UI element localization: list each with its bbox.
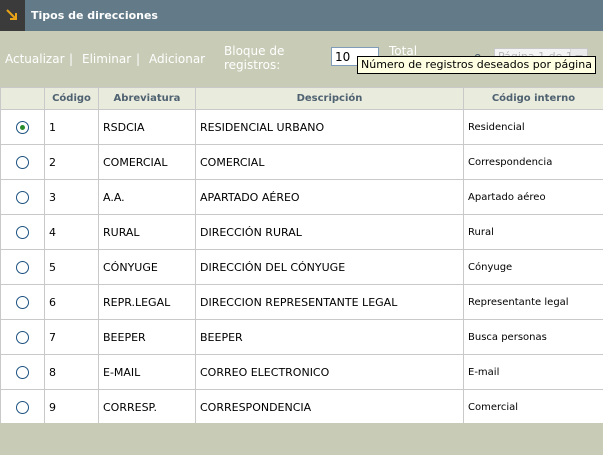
cell-codigo: 7: [44, 319, 99, 355]
cell-abreviatura: RURAL: [98, 214, 196, 250]
cell-codigo-interno: Representante legal: [463, 284, 603, 320]
cell-descripcion: DIRECCIÓN RURAL: [195, 214, 464, 250]
page-title: Tipos de direcciones: [31, 9, 158, 22]
cell-codigo: 6: [44, 284, 99, 320]
cell-abreviatura: REPR.LEGAL: [98, 284, 196, 320]
radio-button-icon[interactable]: [16, 365, 29, 379]
row-select-cell[interactable]: [0, 284, 45, 320]
cell-abreviatura: CÓNYUGE: [98, 249, 196, 285]
row-select-cell[interactable]: [0, 179, 45, 215]
table-row[interactable]: 1 RSDCIA RESIDENCIAL URBANO Residencial: [0, 109, 603, 145]
title-bar: Tipos de direcciones: [0, 0, 603, 31]
cell-codigo: 3: [44, 179, 99, 215]
radio-button-icon[interactable]: [16, 330, 29, 344]
table-row[interactable]: 7 BEEPER BEEPER Busca personas: [0, 319, 603, 355]
radio-button-icon[interactable]: [16, 155, 29, 169]
cell-descripcion: DIRECCION REPRESENTANTE LEGAL: [195, 284, 464, 320]
row-select-cell[interactable]: [0, 109, 45, 145]
cell-codigo-interno: Residencial: [463, 109, 603, 145]
cell-abreviatura: E-MAIL: [98, 354, 196, 390]
arrow-down-right-icon: [0, 0, 25, 31]
select-column-header: [0, 87, 45, 110]
row-select-cell[interactable]: [0, 319, 45, 355]
cell-descripcion: RESIDENCIAL URBANO: [195, 109, 464, 145]
cell-abreviatura: CORRESP.: [98, 389, 196, 425]
cell-codigo: 8: [44, 354, 99, 390]
add-link[interactable]: Adicionar: [149, 52, 205, 66]
table-row[interactable]: 6 REPR.LEGAL DIRECCION REPRESENTANTE LEGAL…: [0, 284, 603, 320]
footer-bar: [0, 423, 603, 455]
radio-button-icon[interactable]: [16, 225, 29, 239]
cell-codigo-interno: Comercial: [463, 389, 603, 425]
column-header-descripcion[interactable]: Descripción: [195, 87, 464, 110]
cell-abreviatura: A.A.: [98, 179, 196, 215]
cell-descripcion: COMERCIAL: [195, 144, 464, 180]
table-row[interactable]: 2 COMERCIAL COMERCIAL Correspondencia: [0, 144, 603, 180]
cell-descripcion: APARTADO AÉREO: [195, 179, 464, 215]
data-table: Código Abreviatura Descripción Código in…: [0, 87, 603, 425]
radio-button-icon[interactable]: [16, 400, 29, 414]
cell-codigo: 9: [44, 389, 99, 425]
table-row[interactable]: 5 CÓNYUGE DIRECCIÓN DEL CÓNYUGE Cónyuge: [0, 249, 603, 285]
radio-button-icon[interactable]: [16, 190, 29, 204]
column-header-codigo-interno[interactable]: Código interno: [463, 87, 603, 110]
cell-codigo: 4: [44, 214, 99, 250]
cell-abreviatura: BEEPER: [98, 319, 196, 355]
cell-codigo-interno: Busca personas: [463, 319, 603, 355]
table-row[interactable]: 3 A.A. APARTADO AÉREO Apartado aéreo: [0, 179, 603, 215]
radio-button-icon[interactable]: [16, 120, 29, 134]
cell-abreviatura: RSDCIA: [98, 109, 196, 145]
row-select-cell[interactable]: [0, 389, 45, 425]
row-select-cell[interactable]: [0, 214, 45, 250]
table-row[interactable]: 9 CORRESP. CORRESPONDENCIA Comercial: [0, 389, 603, 425]
records-block-label-line2: registros:: [224, 58, 281, 72]
row-select-cell[interactable]: [0, 144, 45, 180]
column-header-codigo[interactable]: Código: [44, 87, 99, 110]
radio-button-icon[interactable]: [16, 295, 29, 309]
row-select-cell[interactable]: [0, 249, 45, 285]
cell-codigo-interno: Rural: [463, 214, 603, 250]
row-select-cell[interactable]: [0, 354, 45, 390]
cell-codigo: 5: [44, 249, 99, 285]
cell-descripcion: CORRESPONDENCIA: [195, 389, 464, 425]
cell-codigo: 1: [44, 109, 99, 145]
tooltip: Número de registros deseados por página: [357, 56, 596, 74]
cell-codigo-interno: E-mail: [463, 354, 603, 390]
table-row[interactable]: 4 RURAL DIRECCIÓN RURAL Rural: [0, 214, 603, 250]
cell-codigo-interno: Cónyuge: [463, 249, 603, 285]
cell-abreviatura: COMERCIAL: [98, 144, 196, 180]
cell-codigo: 2: [44, 144, 99, 180]
records-block-label-line1: Bloque de: [224, 44, 285, 58]
table-header-row: Código Abreviatura Descripción Código in…: [0, 87, 603, 110]
cell-codigo-interno: Correspondencia: [463, 144, 603, 180]
cell-descripcion: CORREO ELECTRONICO: [195, 354, 464, 390]
toolbar-separator: |: [136, 52, 141, 66]
column-header-abreviatura[interactable]: Abreviatura: [98, 87, 196, 110]
radio-button-icon[interactable]: [16, 260, 29, 274]
cell-codigo-interno: Apartado aéreo: [463, 179, 603, 215]
table-row[interactable]: 8 E-MAIL CORREO ELECTRONICO E-mail: [0, 354, 603, 390]
cell-descripcion: DIRECCIÓN DEL CÓNYUGE: [195, 249, 464, 285]
toolbar-separator: |: [69, 52, 74, 66]
delete-link[interactable]: Eliminar: [82, 52, 131, 66]
cell-descripcion: BEEPER: [195, 319, 464, 355]
refresh-link[interactable]: Actualizar: [5, 52, 65, 66]
